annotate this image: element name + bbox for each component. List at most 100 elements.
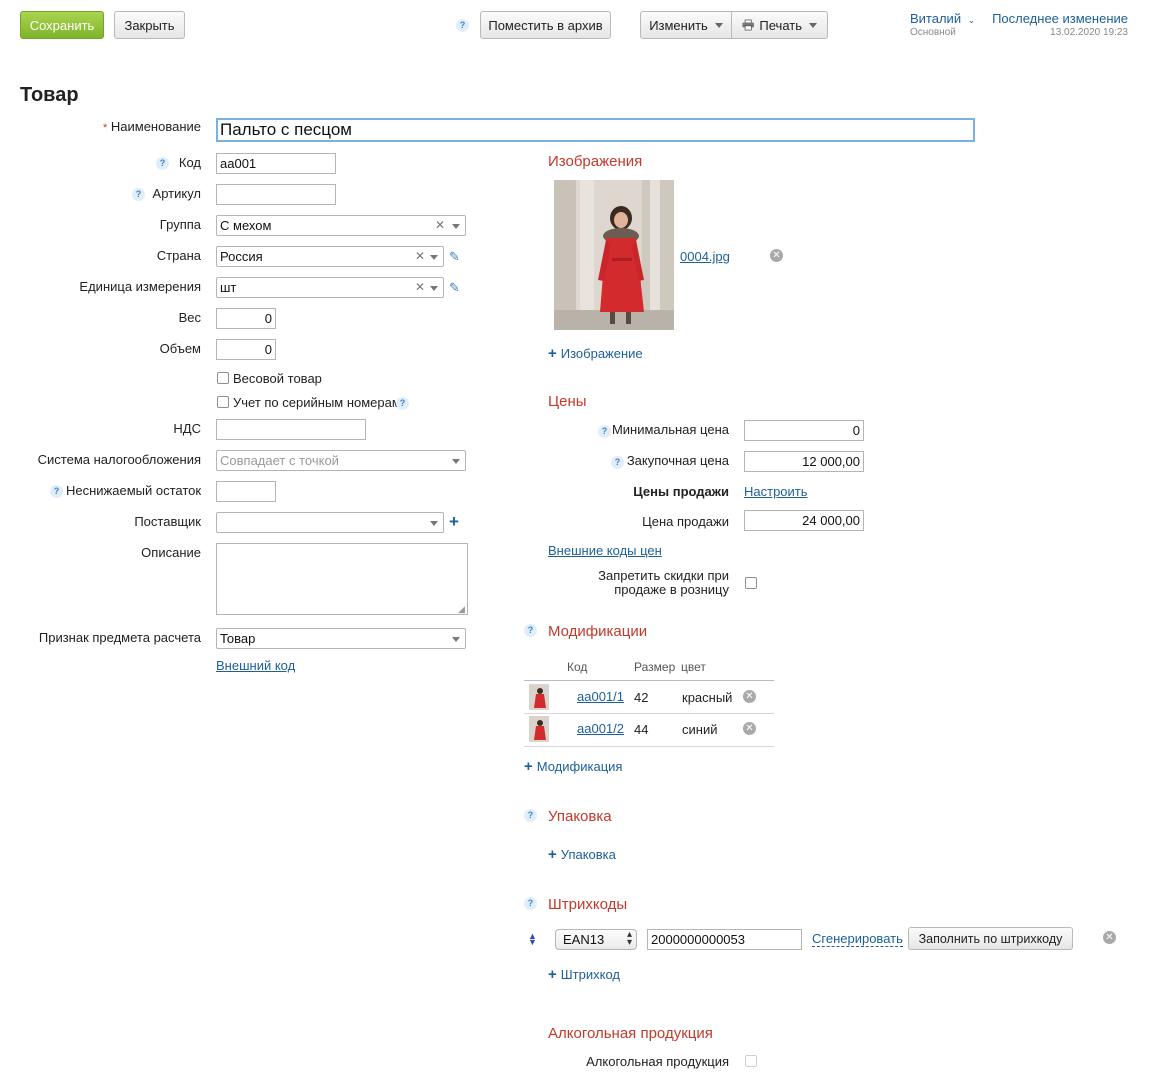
min-price-label: Минимальная цена	[611, 422, 729, 437]
last-change-link[interactable]: Последнее изменение	[980, 11, 1128, 26]
group-select[interactable]: С мехом ✕	[216, 215, 466, 236]
supplier-label: Поставщик	[134, 514, 201, 529]
unit-select[interactable]: шт ✕	[216, 277, 444, 298]
name-input[interactable]: Пальто с песцом	[216, 118, 975, 142]
clear-icon[interactable]: ✕	[415, 248, 425, 265]
article-input[interactable]	[216, 184, 336, 205]
required-mark: *	[102, 122, 108, 134]
code-label: Код	[178, 155, 201, 170]
unit-value: шт	[220, 280, 237, 295]
alcohol-checkbox[interactable]	[745, 1055, 757, 1067]
print-label: Печать	[759, 17, 802, 33]
row-divider	[524, 713, 774, 714]
code-input[interactable]: аа001	[216, 153, 336, 174]
user-role: Основной	[910, 27, 956, 38]
alcohol-label: Алкогольная продукция	[586, 1054, 729, 1069]
forbid-discounts-line2: продаже в розницу	[614, 582, 729, 597]
image-file-link[interactable]: 0004.jpg	[680, 249, 730, 264]
forbid-discounts-line1: Запретить скидки при	[598, 568, 729, 583]
remove-barcode-icon[interactable]: ✕	[1103, 931, 1116, 944]
serial-help-icon[interactable]: ?	[396, 397, 409, 410]
configure-prices-link[interactable]: Настроить	[744, 484, 808, 499]
supplier-select[interactable]	[216, 512, 444, 533]
save-button[interactable]: Сохранить	[20, 11, 104, 39]
volume-input[interactable]: 0	[216, 339, 276, 360]
clear-icon[interactable]: ✕	[435, 217, 445, 234]
sort-arrows-icon[interactable]: ▲ ▼	[528, 932, 537, 947]
edit-menu-button[interactable]: Изменить	[640, 11, 732, 39]
prices-section-title: Цены	[548, 393, 587, 410]
serial-tracking-label: Учет по серийным номерам	[233, 395, 401, 410]
sale-prices-label: Цены продажи	[633, 484, 729, 499]
archive-help-icon[interactable]: ?	[456, 19, 469, 32]
column-header-size: Размер	[634, 660, 676, 674]
plus-icon: +	[524, 758, 533, 775]
chevron-down-icon	[452, 459, 460, 464]
sale-price-input[interactable]: 24 000,00	[744, 510, 864, 531]
min-balance-input[interactable]	[216, 481, 276, 502]
remove-image-icon[interactable]: ✕	[770, 249, 783, 262]
description-textarea[interactable]	[216, 543, 468, 615]
resize-handle-icon[interactable]: ◢	[458, 604, 465, 615]
serial-tracking-checkbox[interactable]	[217, 396, 229, 408]
weight-label: Вес	[178, 310, 201, 325]
barcode-input[interactable]: 2000000000053	[647, 929, 802, 950]
remove-modification-icon[interactable]: ✕	[743, 722, 756, 735]
close-button[interactable]: Закрыть	[114, 11, 185, 39]
country-value: Россия	[220, 249, 263, 264]
name-label: * Наименование	[60, 119, 201, 134]
external-code-link[interactable]: Внешний код	[216, 658, 295, 673]
add-image-link[interactable]: + Изображение	[548, 345, 643, 362]
external-price-codes-link[interactable]: Внешние коды цен	[548, 543, 662, 558]
forbid-discounts-checkbox[interactable]	[745, 577, 757, 589]
vat-label: НДС	[173, 421, 201, 436]
barcode-type-select[interactable]: EAN13 ▴ ▾	[555, 929, 637, 950]
article-label: Артикул	[152, 186, 201, 201]
name-label-text: Наименование	[110, 119, 201, 134]
generate-barcode-link[interactable]: Сгенерировать	[812, 931, 903, 947]
print-menu-button[interactable]: Печать	[731, 11, 828, 39]
user-menu[interactable]: Виталий ⌄	[910, 11, 975, 26]
purchase-price-input[interactable]: 12 000,00	[744, 451, 864, 472]
product-image[interactable]	[554, 180, 674, 330]
chevron-down-icon	[430, 255, 438, 260]
pencil-icon[interactable]: ✎	[449, 249, 460, 265]
tax-system-label: Система налогообложения	[37, 452, 201, 467]
weighted-item-checkbox[interactable]	[217, 372, 229, 384]
min-balance-help-icon[interactable]: ?	[50, 485, 63, 498]
tax-system-select[interactable]: Совпадает с точкой	[216, 450, 466, 471]
add-modification-link[interactable]: + Модификация	[524, 758, 622, 775]
images-section-title: Изображения	[548, 153, 643, 170]
remove-modification-icon[interactable]: ✕	[743, 690, 756, 703]
weight-input[interactable]: 0	[216, 308, 276, 329]
add-barcode-label: Штрихкод	[560, 967, 620, 982]
add-packaging-link[interactable]: + Упаковка	[548, 846, 616, 863]
tax-system-placeholder: Совпадает с точкой	[220, 453, 339, 468]
min-price-input[interactable]: 0	[744, 420, 864, 441]
packaging-help-icon[interactable]: ?	[524, 809, 537, 822]
barcode-type-value: EAN13	[563, 932, 605, 947]
group-value: С мехом	[220, 218, 272, 233]
modification-thumbnail	[529, 684, 549, 710]
archive-button[interactable]: Поместить в архив	[480, 11, 611, 39]
add-supplier-plus-icon[interactable]: +	[449, 512, 459, 532]
modification-size-2: 44	[634, 722, 649, 737]
pencil-icon[interactable]: ✎	[449, 280, 460, 296]
vat-input[interactable]	[216, 419, 366, 440]
clear-icon[interactable]: ✕	[415, 279, 425, 296]
add-image-label: Изображение	[560, 346, 643, 361]
modification-thumbnail	[529, 716, 549, 742]
barcodes-help-icon[interactable]: ?	[524, 897, 537, 910]
fill-by-barcode-button[interactable]: Заполнить по штрихкоду	[908, 927, 1073, 950]
modifications-help-icon[interactable]: ?	[524, 624, 537, 637]
add-barcode-link[interactable]: + Штрихкод	[548, 966, 620, 983]
chevron-down-icon	[809, 22, 817, 28]
payment-subject-select[interactable]: Товар	[216, 628, 466, 649]
add-modification-label: Модификация	[536, 759, 623, 774]
modification-code-link-2[interactable]: аа001/2	[577, 721, 624, 736]
modification-code-link-1[interactable]: аа001/1	[577, 689, 624, 704]
country-select[interactable]: Россия ✕	[216, 246, 444, 267]
add-packaging-label: Упаковка	[560, 847, 616, 862]
forbid-discounts-label: Запретить скидки при продаже в розницу	[560, 569, 729, 597]
payment-subject-label: Признак предмета расчета	[38, 630, 201, 645]
